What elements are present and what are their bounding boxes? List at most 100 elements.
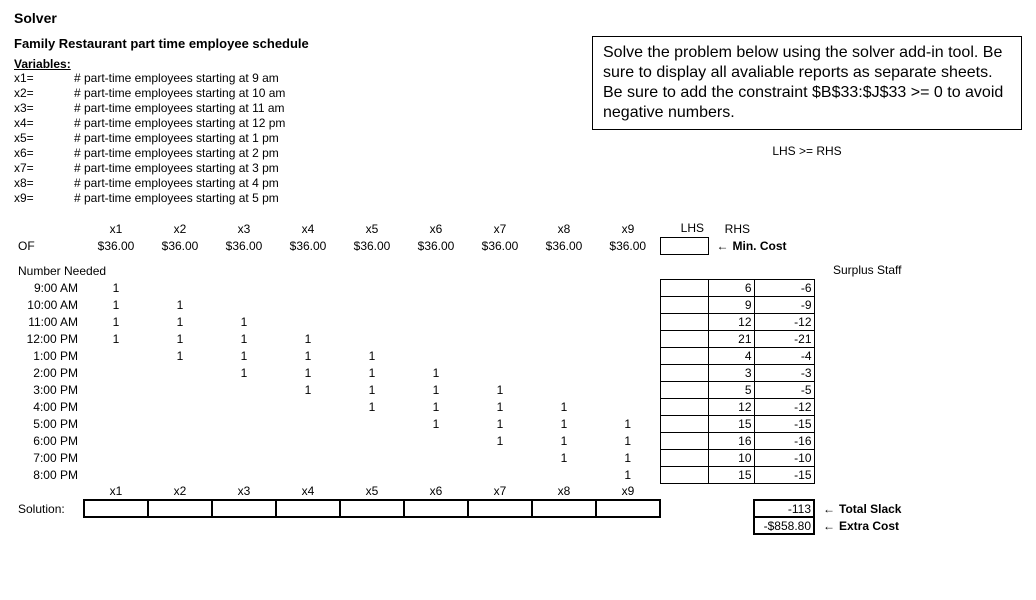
solution-x5[interactable] bbox=[340, 500, 404, 517]
constraint-row: 6:00 PM11116-16 bbox=[14, 432, 905, 449]
coef-cell bbox=[148, 381, 212, 398]
rhs-cell[interactable]: 15 bbox=[708, 466, 754, 483]
instruction-callout: Solve the problem below using the solver… bbox=[592, 36, 1022, 130]
coef-cell: 1 bbox=[532, 415, 596, 432]
coef-cell bbox=[212, 296, 276, 313]
coef-cell: 1 bbox=[276, 330, 340, 347]
of-x1: $36.00 bbox=[84, 237, 148, 254]
rhs-cell[interactable]: 15 bbox=[708, 415, 754, 432]
coef-cell: 1 bbox=[340, 381, 404, 398]
rhs-cell[interactable]: 3 bbox=[708, 364, 754, 381]
hdr-lhs: LHS bbox=[660, 220, 708, 237]
lhs-cell[interactable] bbox=[660, 347, 708, 364]
extra-cost-row: -$858.80 ←Extra Cost bbox=[14, 517, 905, 534]
coef-cell bbox=[468, 279, 532, 296]
coef-cell: 1 bbox=[340, 364, 404, 381]
coef-cell: 1 bbox=[404, 415, 468, 432]
hdr-rhs: RHS bbox=[708, 220, 754, 237]
solution-x3[interactable] bbox=[212, 500, 276, 517]
coef-cell bbox=[532, 313, 596, 330]
constraint-row: 3:00 PM11115-5 bbox=[14, 381, 905, 398]
lhs-cell[interactable] bbox=[660, 432, 708, 449]
coef-cell bbox=[596, 279, 660, 296]
lhs-cell[interactable] bbox=[660, 449, 708, 466]
solution-x7[interactable] bbox=[468, 500, 532, 517]
of-x5: $36.00 bbox=[340, 237, 404, 254]
rhs-cell[interactable]: 6 bbox=[708, 279, 754, 296]
lhs-cell[interactable] bbox=[660, 466, 708, 483]
coef-cell bbox=[148, 432, 212, 449]
rhs-cell[interactable]: 16 bbox=[708, 432, 754, 449]
coef-cell bbox=[596, 381, 660, 398]
lhs-cell[interactable] bbox=[660, 381, 708, 398]
coef-cell bbox=[596, 398, 660, 415]
ftr-x8: x8 bbox=[532, 483, 596, 500]
coef-cell bbox=[84, 347, 148, 364]
of-lhs-cell[interactable] bbox=[660, 237, 708, 254]
time-label: 12:00 PM bbox=[14, 330, 84, 347]
coef-cell: 1 bbox=[212, 347, 276, 364]
surplus-cell: -4 bbox=[754, 347, 814, 364]
lhs-cell[interactable] bbox=[660, 398, 708, 415]
constraint-row: 1:00 PM11114-4 bbox=[14, 347, 905, 364]
variable-desc: # part-time employees starting at 12 pm bbox=[74, 116, 285, 130]
of-x9: $36.00 bbox=[596, 237, 660, 254]
coef-cell bbox=[596, 347, 660, 364]
ftr-x1: x1 bbox=[84, 483, 148, 500]
rhs-cell[interactable]: 21 bbox=[708, 330, 754, 347]
ftr-x9: x9 bbox=[596, 483, 660, 500]
solution-x1[interactable] bbox=[84, 500, 148, 517]
lhs-cell[interactable] bbox=[660, 296, 708, 313]
of-x7: $36.00 bbox=[468, 237, 532, 254]
coef-cell: 1 bbox=[148, 330, 212, 347]
time-label: 8:00 PM bbox=[14, 466, 84, 483]
surplus-cell: -3 bbox=[754, 364, 814, 381]
hdr-x5: x5 bbox=[340, 220, 404, 237]
rhs-cell[interactable]: 4 bbox=[708, 347, 754, 364]
coef-cell: 1 bbox=[468, 398, 532, 415]
rhs-cell[interactable]: 10 bbox=[708, 449, 754, 466]
arrow-icon: ← bbox=[713, 239, 733, 253]
rhs-cell[interactable]: 12 bbox=[708, 398, 754, 415]
coef-cell bbox=[212, 466, 276, 483]
variable-name: x2= bbox=[14, 86, 74, 101]
constraint-row: 10:00 AM119-9 bbox=[14, 296, 905, 313]
time-label: 2:00 PM bbox=[14, 364, 84, 381]
coef-cell bbox=[596, 313, 660, 330]
lhs-cell[interactable] bbox=[660, 415, 708, 432]
time-label: 6:00 PM bbox=[14, 432, 84, 449]
lhs-cell[interactable] bbox=[660, 330, 708, 347]
coef-cell bbox=[532, 381, 596, 398]
coef-cell: 1 bbox=[532, 449, 596, 466]
page-title-solver: Solver bbox=[14, 10, 1022, 26]
coef-cell bbox=[148, 398, 212, 415]
of-x2: $36.00 bbox=[148, 237, 212, 254]
coef-cell bbox=[148, 279, 212, 296]
rhs-cell[interactable]: 5 bbox=[708, 381, 754, 398]
solution-x2[interactable] bbox=[148, 500, 212, 517]
coef-cell bbox=[148, 466, 212, 483]
coef-cell bbox=[340, 296, 404, 313]
ftr-x6: x6 bbox=[404, 483, 468, 500]
hdr-x7: x7 bbox=[468, 220, 532, 237]
variable-line: x7=# part-time employees starting at 3 p… bbox=[14, 161, 572, 176]
rhs-cell[interactable]: 12 bbox=[708, 313, 754, 330]
coef-cell: 1 bbox=[276, 364, 340, 381]
solution-x8[interactable] bbox=[532, 500, 596, 517]
coef-cell: 1 bbox=[404, 381, 468, 398]
model-grid: x1 x2 x3 x4 x5 x6 x7 x8 x9 LHS RHS OF $3… bbox=[14, 220, 1022, 535]
coef-cell bbox=[340, 449, 404, 466]
rhs-cell[interactable]: 9 bbox=[708, 296, 754, 313]
total-slack-value: -113 bbox=[754, 500, 814, 517]
time-label: 1:00 PM bbox=[14, 347, 84, 364]
variable-name: x5= bbox=[14, 131, 74, 146]
surplus-cell: -5 bbox=[754, 381, 814, 398]
solution-x9[interactable] bbox=[596, 500, 660, 517]
lhs-cell[interactable] bbox=[660, 279, 708, 296]
lhs-cell[interactable] bbox=[660, 313, 708, 330]
hdr-x3: x3 bbox=[212, 220, 276, 237]
solution-x4[interactable] bbox=[276, 500, 340, 517]
solution-x6[interactable] bbox=[404, 500, 468, 517]
lhs-cell[interactable] bbox=[660, 364, 708, 381]
variable-line: x8=# part-time employees starting at 4 p… bbox=[14, 176, 572, 191]
